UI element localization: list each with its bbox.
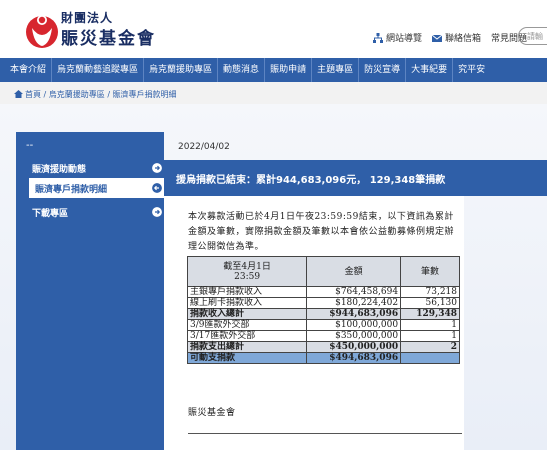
row-label: 3/9匯款外交部 bbox=[186, 319, 308, 331]
row-count: 73,218 bbox=[400, 286, 460, 298]
sitemap-icon bbox=[373, 32, 383, 43]
row-amount: $350,000,000 bbox=[306, 330, 402, 342]
header-amount: 金額 bbox=[306, 256, 402, 287]
nav-item-topics[interactable]: 主題專區 bbox=[312, 58, 360, 82]
breadcrumb-current: 賑濟專戶捐款明細 bbox=[112, 90, 177, 99]
header-count: 筆數 bbox=[400, 256, 460, 287]
search-input[interactable]: 請輸 bbox=[518, 27, 547, 45]
table-header-row: 截至4月1日 23:59 金額 筆數 bbox=[186, 256, 460, 287]
sidebar-item-aid-updates[interactable]: 賑濟援助動態 bbox=[26, 158, 170, 178]
divider bbox=[188, 433, 462, 434]
table-row: 線上刷卡捐款收入 $180,224,402 56,130 bbox=[186, 297, 460, 309]
table-row: 捐款收入總計 $944,683,096 129,348 bbox=[186, 308, 460, 320]
row-amount: $764,458,694 bbox=[306, 286, 402, 298]
sitemap-link[interactable]: 網站導覽 bbox=[373, 31, 422, 44]
nav-item-news[interactable]: 動態消息 bbox=[218, 58, 266, 82]
row-label: 3/17匯款外交部 bbox=[186, 330, 308, 342]
table-row: 3/17匯款外交部 $350,000,000 1 bbox=[186, 330, 460, 342]
nav-item-ukraine-aid[interactable]: 烏克蘭援助專區 bbox=[144, 58, 219, 82]
row-count: 1 bbox=[400, 319, 460, 331]
mail-icon bbox=[432, 34, 443, 42]
row-count: 129,348 bbox=[400, 308, 460, 320]
sidebar-item-downloads[interactable]: 下載專區 bbox=[26, 202, 170, 222]
row-amount: $494,683,096 bbox=[306, 352, 402, 364]
donation-table: 截至4月1日 23:59 金額 筆數 主銀專戶捐款收入 $764,458,694 7… bbox=[186, 256, 460, 364]
row-label: 主銀專戶捐款收入 bbox=[186, 286, 308, 298]
row-label: 捐款支出總計 bbox=[186, 341, 308, 353]
breadcrumb-home[interactable]: 首頁 bbox=[25, 90, 41, 99]
site-header: 財團法人 賑災基金會 網站導覽 聯絡信箱 常見問題 請輸 bbox=[0, 0, 547, 58]
sidebar-item-label: 下載專區 bbox=[32, 209, 69, 219]
intro-text: 本次募款活動已於4月1日午夜23:59:59結束，以下資訊為累計金額及筆數，實際… bbox=[188, 212, 455, 252]
row-count: 56,130 bbox=[400, 297, 460, 309]
row-label: 捐款收入總計 bbox=[186, 308, 308, 320]
arrow-right-icon bbox=[152, 163, 162, 173]
logo-icon[interactable] bbox=[20, 6, 64, 50]
row-amount: $944,683,096 bbox=[306, 308, 402, 320]
sidebar-dash: -- bbox=[26, 140, 34, 151]
breadcrumb-separator: / bbox=[41, 90, 49, 99]
breadcrumb: 首頁 / 烏克蘭援助專區 / 賑濟專戶捐款明細 bbox=[0, 82, 547, 104]
signature: 賑災基金會 bbox=[188, 408, 236, 418]
post-date: 2022/04/02 bbox=[178, 142, 230, 152]
row-amount: $180,224,402 bbox=[306, 297, 402, 309]
nav-item-apply[interactable]: 賑助申請 bbox=[265, 58, 313, 82]
nav-item-chronicle[interactable]: 大事紀要 bbox=[406, 58, 454, 82]
sidebar-item-donation-details[interactable]: 賑濟專戶捐款明細 bbox=[26, 178, 170, 198]
row-count: 1 bbox=[400, 330, 460, 342]
row-label: 可動支捐款 bbox=[186, 352, 308, 364]
org-title[interactable]: 賑災基金會 bbox=[61, 24, 156, 49]
mail-label: 聯絡信箱 bbox=[445, 34, 482, 44]
table-row: 可動支捐款 $494,683,096 bbox=[186, 352, 460, 364]
table-row: 3/9匯款外交部 $100,000,000 1 bbox=[186, 319, 460, 331]
home-icon bbox=[14, 90, 23, 98]
row-amount: $100,000,000 bbox=[306, 319, 402, 331]
sidebar-item-label: 賑濟專戶捐款明細 bbox=[35, 185, 108, 195]
row-count bbox=[400, 352, 460, 364]
header-date: 截至4月1日 23:59 bbox=[186, 256, 308, 287]
page-title: 援烏捐款已結束：累計944,683,096元， 129,348筆捐款 bbox=[164, 160, 547, 196]
row-label: 線上刷卡捐款收入 bbox=[186, 297, 308, 309]
table-row: 捐款支出總計 $450,000,000 2 bbox=[186, 341, 460, 353]
breadcrumb-level1[interactable]: 烏克蘭援助專區 bbox=[49, 90, 105, 99]
sitemap-label: 網站導覽 bbox=[386, 34, 423, 44]
table-row: 主銀專戶捐款收入 $764,458,694 73,218 bbox=[186, 286, 460, 298]
row-count: 2 bbox=[400, 341, 460, 353]
sidebar: -- 賑濟援助動態 賑濟專戶捐款明細 下載專區 bbox=[16, 132, 170, 450]
nav-item-ukraine-tracking[interactable]: 烏克蘭動藝追蹤專區 bbox=[52, 58, 145, 82]
mail-link[interactable]: 聯絡信箱 bbox=[432, 31, 481, 44]
sidebar-item-label: 賑濟援助動態 bbox=[32, 165, 87, 175]
nav-item-prevention[interactable]: 防災宣導 bbox=[359, 58, 407, 82]
nav-item-safety[interactable]: 究平安 bbox=[453, 58, 490, 82]
row-amount: $450,000,000 bbox=[306, 341, 402, 353]
arrow-right-icon bbox=[152, 207, 162, 217]
breadcrumb-separator: / bbox=[104, 90, 113, 99]
arrow-left-icon bbox=[152, 183, 162, 193]
nav-item-about[interactable]: 本會介紹 bbox=[0, 58, 53, 82]
top-links: 網站導覽 聯絡信箱 常見問題 bbox=[373, 31, 527, 44]
main-nav: 本會介紹 烏克蘭動藝追蹤專區 烏克蘭援助專區 動態消息 賑助申請 主題專區 防災… bbox=[0, 58, 547, 82]
